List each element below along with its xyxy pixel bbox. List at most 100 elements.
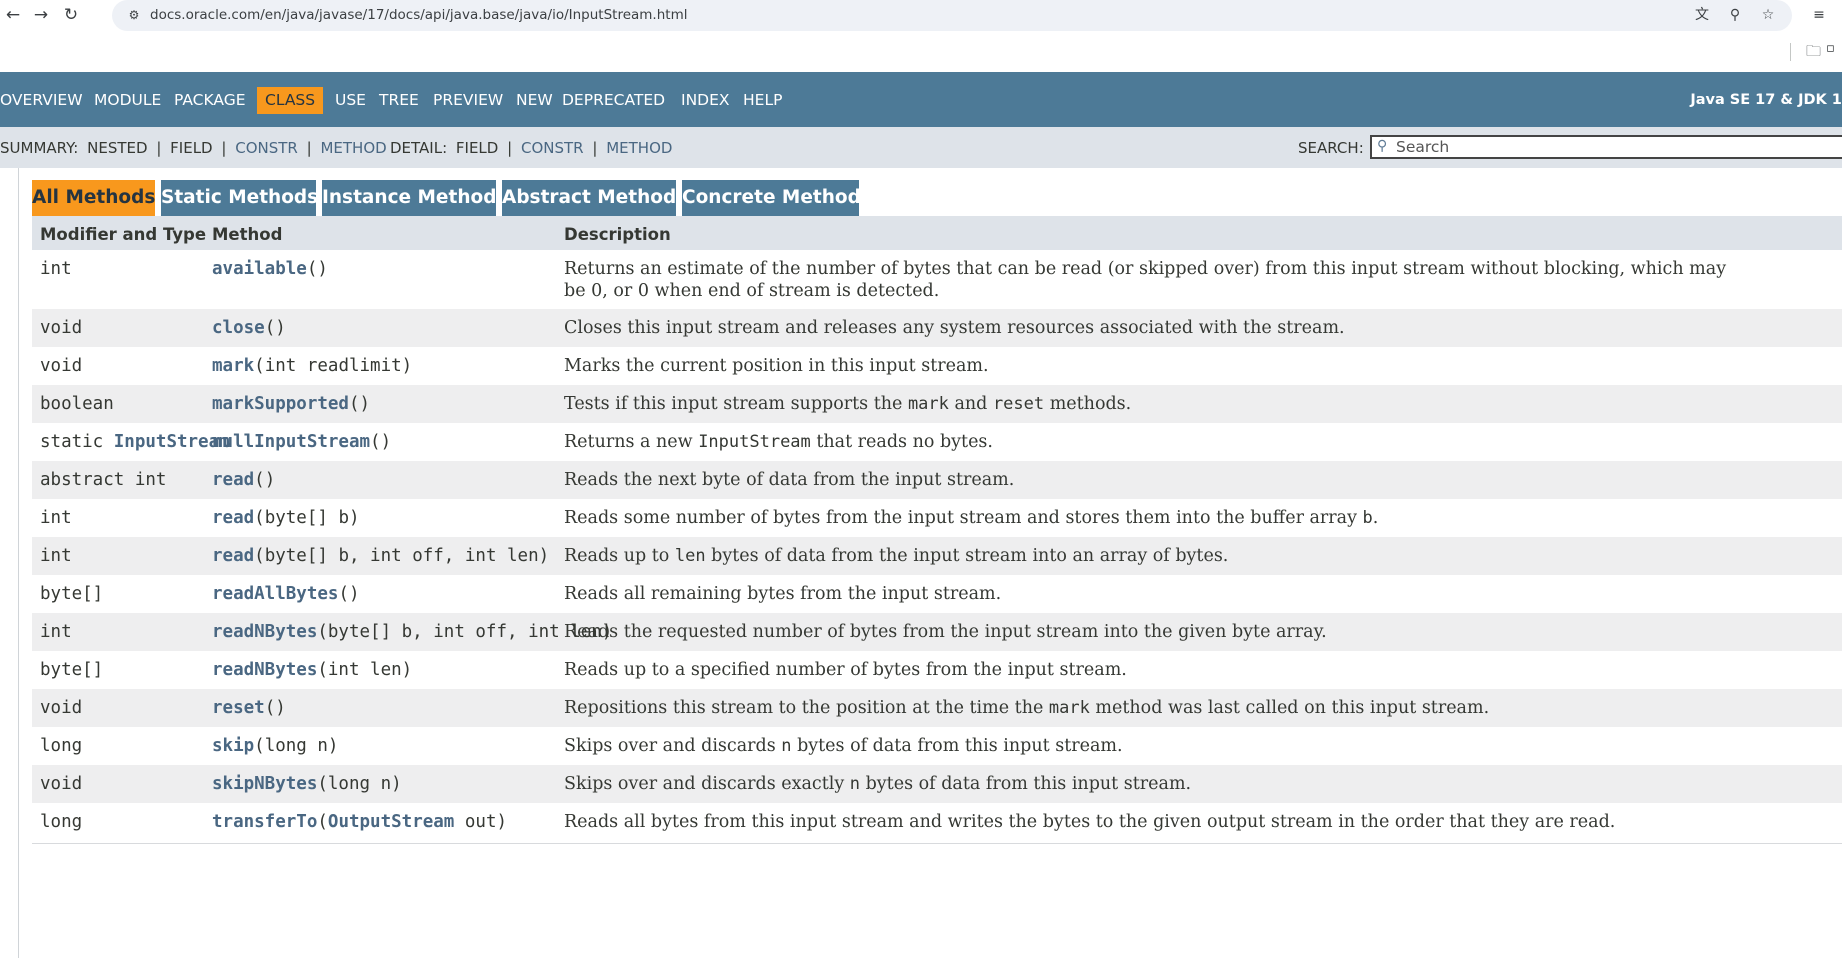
method-link-markSupported[interactable]: markSupported xyxy=(212,394,349,414)
nav-item-new[interactable]: NEW xyxy=(516,87,553,114)
nav-item-deprecated[interactable]: DEPRECATED xyxy=(562,87,665,114)
method-link-read[interactable]: read xyxy=(212,470,254,490)
method-link-transferTo[interactable]: transferTo xyxy=(212,812,317,832)
tab-abstract-methods[interactable]: Abstract Methods xyxy=(502,180,687,216)
nav-item-package[interactable]: PACKAGE xyxy=(174,87,246,114)
bookmark-folder-label[interactable]: ▫ xyxy=(1826,41,1835,56)
search-icon: ⚲ xyxy=(1377,138,1388,154)
modifier-type: byte[] xyxy=(40,660,103,680)
method-description: Closes this input stream and releases an… xyxy=(564,318,1345,338)
folder-icon[interactable]: 🗀 xyxy=(1806,41,1821,66)
method-params: (long n) xyxy=(317,774,402,794)
method-link-readNBytes[interactable]: readNBytes xyxy=(212,622,317,642)
nav-item-preview[interactable]: PREVIEW xyxy=(433,87,503,114)
bookmarks-divider xyxy=(1790,43,1791,61)
method-params: out) xyxy=(454,812,508,832)
method-signature: markSupported() xyxy=(212,394,370,414)
bookmark-star-icon[interactable]: ☆ xyxy=(1757,5,1779,25)
column-header-description: Description xyxy=(564,225,671,244)
method-link-read[interactable]: read xyxy=(212,546,254,566)
type-text: long xyxy=(40,812,83,832)
type-text: void xyxy=(40,318,83,338)
tab-instance-methods[interactable]: Instance Methods xyxy=(322,180,507,216)
method-signature: read() xyxy=(212,470,275,490)
nav-item-help[interactable]: HELP xyxy=(743,87,782,114)
reload-icon[interactable]: ↻ xyxy=(60,4,82,26)
method-signature: skip(long n) xyxy=(212,736,338,756)
translate-icon[interactable]: 文 xyxy=(1691,5,1713,25)
separator: | xyxy=(592,139,598,157)
search-box[interactable]: ⚲ xyxy=(1370,135,1842,159)
description-text: Repositions this stream to the position … xyxy=(564,698,1049,718)
method-link-read[interactable]: read xyxy=(212,508,254,528)
method-link-readAllBytes[interactable]: readAllBytes xyxy=(212,584,338,604)
search-input[interactable] xyxy=(1396,137,1836,157)
method-signature: read(byte[] b) xyxy=(212,508,360,528)
method-link-nullInputStream[interactable]: nullInputStream xyxy=(212,432,370,452)
method-description: Repositions this stream to the position … xyxy=(564,698,1489,718)
table-row: int read(byte[] b, int off, int len) Reads… xyxy=(32,537,1842,575)
about-label: Java SE 17 & JDK 17 xyxy=(1690,92,1842,108)
tab-concrete-methods[interactable]: Concrete Methods xyxy=(682,180,872,216)
inline-code: b xyxy=(1362,508,1373,528)
method-link-reset[interactable]: reset xyxy=(212,698,265,718)
nav-item-use[interactable]: USE xyxy=(335,87,366,114)
method-params: () xyxy=(338,584,360,604)
nav-item-index[interactable]: INDEX xyxy=(681,87,730,114)
method-signature: nullInputStream() xyxy=(212,432,391,452)
method-link-skip[interactable]: skip xyxy=(212,736,254,756)
method-link-mark[interactable]: mark xyxy=(212,356,254,376)
method-link-close[interactable]: close xyxy=(212,318,265,338)
back-icon[interactable]: ← xyxy=(2,4,24,26)
method-signature: skipNBytes(long n) xyxy=(212,774,402,794)
tab-all-methods[interactable]: All Methods xyxy=(32,180,155,216)
summary-nested: NESTED xyxy=(87,139,148,157)
forward-icon[interactable]: → xyxy=(30,4,52,26)
description-text: methods. xyxy=(1044,394,1132,414)
address-bar[interactable]: ⚙ docs.oracle.com/en/java/javase/17/docs… xyxy=(112,0,1792,31)
detail-method-link[interactable]: METHOD xyxy=(606,139,672,157)
type-text: boolean xyxy=(40,394,114,414)
method-description: Reads the requested number of bytes from… xyxy=(564,622,1327,642)
tab-static-methods[interactable]: Static Methods xyxy=(161,180,318,216)
method-signature: readNBytes(byte[] b, int off, int len) xyxy=(212,622,612,642)
table-bottom-border xyxy=(32,843,1842,844)
summary-constr-link[interactable]: CONSTR xyxy=(235,139,298,157)
modifier-type: int xyxy=(40,622,72,642)
inline-code: mark xyxy=(1048,698,1090,718)
method-params: () xyxy=(254,470,276,490)
method-params: () xyxy=(348,394,371,414)
table-row: void close() Closes this input stream and … xyxy=(32,309,1842,347)
column-header-modifier: Modifier and Type xyxy=(40,225,207,244)
method-params: (long n) xyxy=(254,736,339,756)
param-type-link[interactable]: OutputStream xyxy=(328,812,454,832)
description-text: Tests if this input stream supports the xyxy=(564,394,908,414)
url-text[interactable]: docs.oracle.com/en/java/javase/17/docs/a… xyxy=(150,7,687,23)
zoom-icon[interactable]: ⚲ xyxy=(1724,5,1746,25)
method-link-available[interactable]: available xyxy=(212,259,307,279)
summary-method-link[interactable]: METHOD xyxy=(320,139,386,157)
method-link-skipNBytes[interactable]: skipNBytes xyxy=(212,774,317,794)
table-row: long skip(long n) Skips over and discards … xyxy=(32,727,1842,765)
nav-item-overview[interactable]: OVERVIEW xyxy=(0,87,83,114)
reading-list-icon[interactable]: ≡ xyxy=(1808,5,1830,25)
method-description: Tests if this input stream supports the … xyxy=(564,394,1131,414)
nav-item-tree[interactable]: TREE xyxy=(379,87,419,114)
method-link-readNBytes[interactable]: readNBytes xyxy=(212,660,317,680)
table-row: void reset() Repositions this stream to th… xyxy=(32,689,1842,727)
nav-item-module[interactable]: MODULE xyxy=(94,87,161,114)
detail-constr-link[interactable]: CONSTR xyxy=(521,139,584,157)
detail-field: FIELD xyxy=(455,139,499,157)
type-text: int xyxy=(40,546,72,566)
method-description: Reads some number of bytes from the inpu… xyxy=(564,508,1378,528)
search-label: SEARCH: xyxy=(1298,139,1364,157)
description-text: Skips over and discards xyxy=(564,736,782,756)
type-text: void xyxy=(40,356,83,376)
site-settings-icon[interactable]: ⚙ xyxy=(126,7,142,23)
separator: | xyxy=(306,139,312,157)
modifier-type: int xyxy=(40,546,72,566)
table-row: int read(byte[] b) Reads some number of by… xyxy=(32,499,1842,537)
nav-item-class[interactable]: CLASS xyxy=(257,87,324,114)
method-description: Reads up to a specified number of bytes … xyxy=(564,660,1127,680)
modifier-type: abstract int xyxy=(40,470,166,490)
